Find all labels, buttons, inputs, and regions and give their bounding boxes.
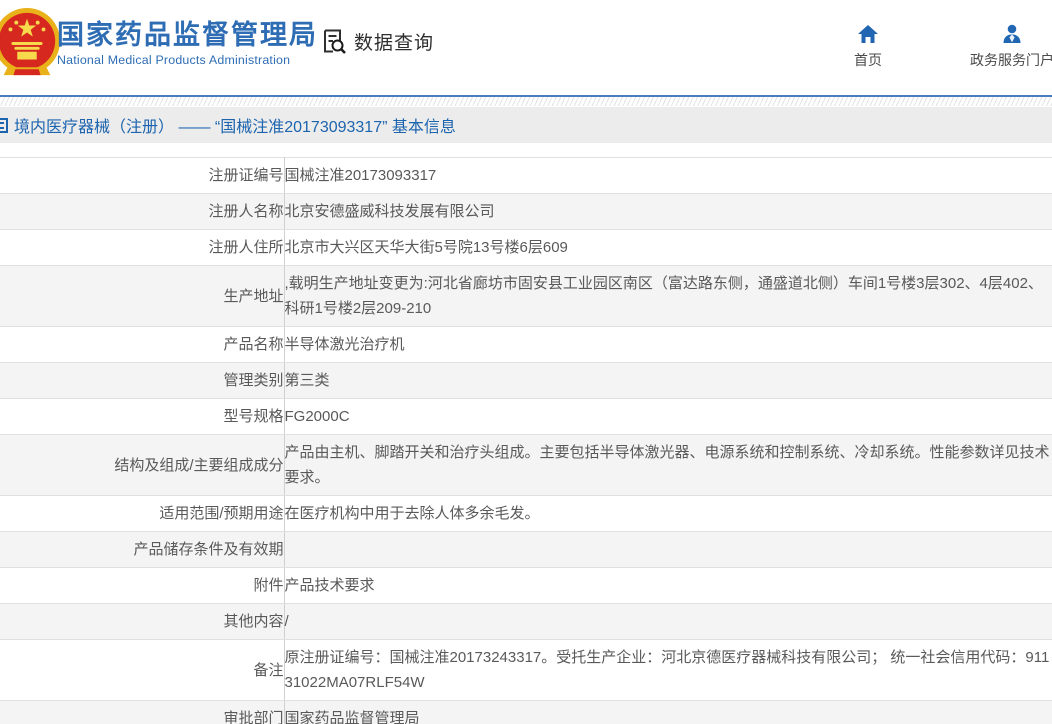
document-search-icon	[320, 28, 347, 55]
org-names: 国家药品监督管理局 National Medical Products Admi…	[57, 20, 318, 67]
registration-info-table: 注册证编号 国械注准20173093317 注册人名称 北京安德盛威科技发展有限…	[0, 157, 1052, 724]
field-label: 注册人名称	[0, 194, 284, 230]
field-value: 国家药品监督管理局	[284, 701, 1052, 724]
table-row: 结构及组成/主要组成成分 产品由主机、脚踏开关和治疗头组成。主要包括半导体激光器…	[0, 435, 1052, 496]
field-value: 原注册证编号：国械注准20173243317。受托生产企业：河北京德医疗器械科技…	[284, 640, 1052, 701]
table-row: 注册证编号 国械注准20173093317	[0, 158, 1052, 194]
field-value: 半导体激光治疗机	[284, 327, 1052, 363]
table-row: 型号规格 FG2000C	[0, 399, 1052, 435]
table-row: 其他内容 /	[0, 604, 1052, 640]
list-icon	[0, 118, 8, 133]
org-name-en: National Medical Products Administration	[57, 53, 318, 67]
table-row: 备注 原注册证编号：国械注准20173243317。受托生产企业：河北京德医疗器…	[0, 640, 1052, 701]
table-row: 生产地址 ,载明生产地址变更为:河北省廊坊市固安县工业园区南区（富达路东侧，通盛…	[0, 266, 1052, 327]
table-row: 注册人住所 北京市大兴区天华大街5号院13号楼6层609	[0, 230, 1052, 266]
field-value: 在医疗机构中用于去除人体多余毛发。	[284, 496, 1052, 532]
field-value: 北京市大兴区天华大街5号院13号楼6层609	[284, 230, 1052, 266]
field-value: ,载明生产地址变更为:河北省廊坊市固安县工业园区南区（富达路东侧，通盛道北侧）车…	[284, 266, 1052, 327]
field-value: 北京安德盛威科技发展有限公司	[284, 194, 1052, 230]
field-label: 型号规格	[0, 399, 284, 435]
field-label: 生产地址	[0, 266, 284, 327]
field-label: 管理类别	[0, 363, 284, 399]
field-value: 产品由主机、脚踏开关和治疗头组成。主要包括半导体激光器、电源系统和控制系统、冷却…	[284, 435, 1052, 496]
table-row: 管理类别 第三类	[0, 363, 1052, 399]
org-name-zh: 国家药品监督管理局	[57, 20, 318, 50]
field-value: 产品技术要求	[284, 568, 1052, 604]
data-query-label: 数据查询	[354, 28, 434, 55]
hatch-stripe-band	[0, 97, 1052, 106]
table-row: 附件 产品技术要求	[0, 568, 1052, 604]
table-row: 适用范围/预期用途 在医疗机构中用于去除人体多余毛发。	[0, 496, 1052, 532]
nav-portal[interactable]: 政务服务门户	[970, 24, 1052, 70]
table-row: 产品名称 半导体激光治疗机	[0, 327, 1052, 363]
field-value: 第三类	[284, 363, 1052, 399]
home-icon	[857, 24, 879, 44]
field-label: 备注	[0, 640, 284, 701]
field-value: /	[284, 604, 1052, 640]
nav-home-label: 首页	[854, 50, 882, 70]
top-nav: 首页 政务服务门户	[854, 24, 1052, 70]
table-row: 产品储存条件及有效期	[0, 532, 1052, 568]
field-label: 审批部门	[0, 701, 284, 724]
user-icon	[1001, 24, 1023, 44]
field-label: 注册人住所	[0, 230, 284, 266]
field-label: 结构及组成/主要组成成分	[0, 435, 284, 496]
info-table-body: 注册证编号 国械注准20173093317 注册人名称 北京安德盛威科技发展有限…	[0, 158, 1052, 724]
breadcrumb: 境内医疗器械（注册） —— “国械注准20173093317” 基本信息	[14, 113, 456, 137]
page: 国家药品监督管理局 National Medical Products Admi…	[0, 0, 1052, 724]
site-header: 国家药品监督管理局 National Medical Products Admi…	[0, 0, 1052, 95]
field-label: 适用范围/预期用途	[0, 496, 284, 532]
nav-home[interactable]: 首页	[854, 24, 882, 70]
breadcrumb-bar: 境内医疗器械（注册） —— “国械注准20173093317” 基本信息	[0, 107, 1052, 143]
field-label: 其他内容	[0, 604, 284, 640]
field-label: 注册证编号	[0, 158, 284, 194]
nav-portal-label: 政务服务门户	[970, 50, 1052, 70]
table-row: 审批部门 国家药品监督管理局	[0, 701, 1052, 724]
field-value	[284, 532, 1052, 568]
field-label: 产品名称	[0, 327, 284, 363]
data-query-entry[interactable]: 数据查询	[320, 28, 434, 55]
field-label: 附件	[0, 568, 284, 604]
china-national-emblem-icon	[0, 7, 62, 79]
table-row: 注册人名称 北京安德盛威科技发展有限公司	[0, 194, 1052, 230]
field-value: 国械注准20173093317	[284, 158, 1052, 194]
field-value: FG2000C	[284, 399, 1052, 435]
field-label: 产品储存条件及有效期	[0, 532, 284, 568]
